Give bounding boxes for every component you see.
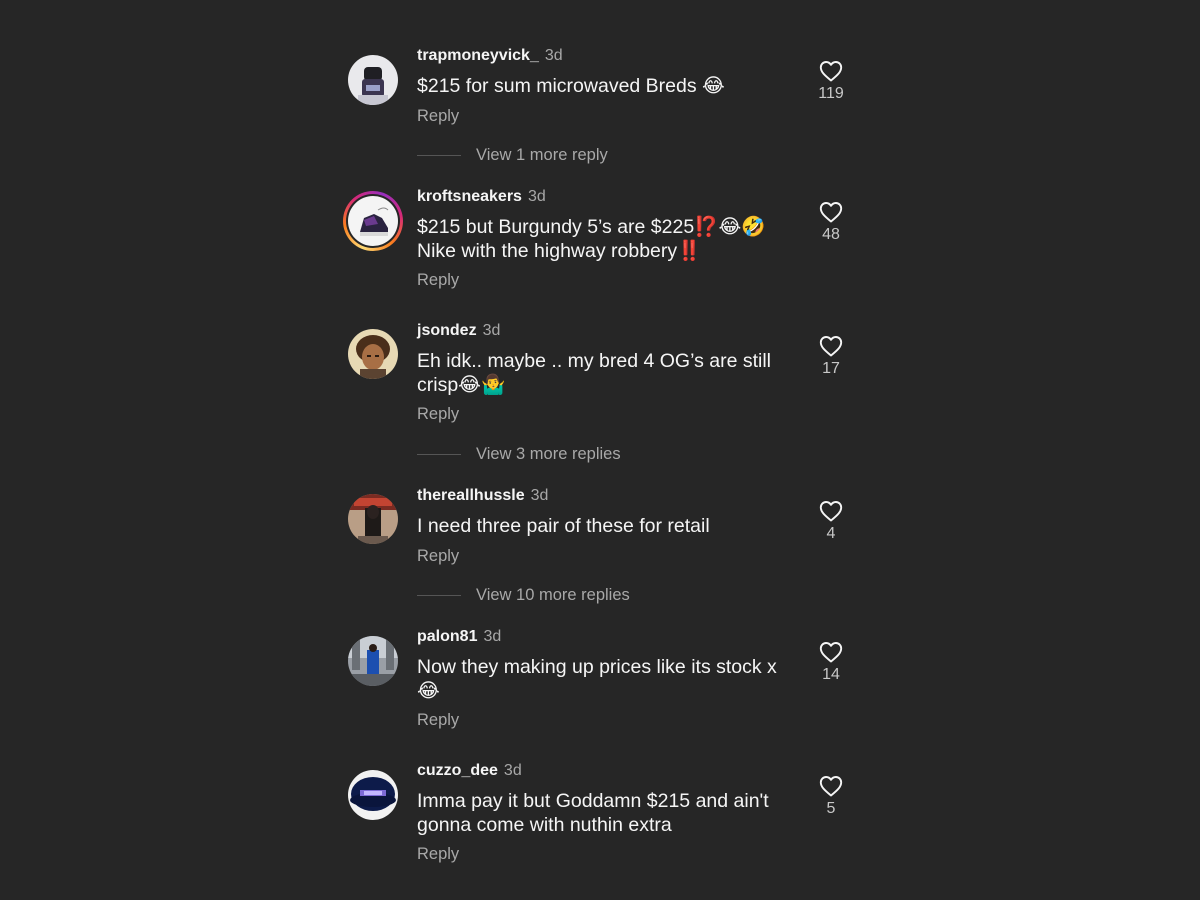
comment-timestamp: 3d xyxy=(483,628,502,645)
comment-username[interactable]: jsondez xyxy=(417,322,477,339)
reply-button[interactable]: Reply xyxy=(417,844,792,864)
comment-text: $215 for sum microwaved Breds 😂 xyxy=(417,75,725,97)
view-more-replies-button[interactable]: View 10 more replies xyxy=(417,585,630,605)
comment-timestamp: 3d xyxy=(544,47,563,64)
avatar[interactable] xyxy=(348,494,398,544)
heart-icon[interactable] xyxy=(819,641,843,663)
comment-text: Imma pay it but Goddamn $215 and ain't g… xyxy=(417,790,769,836)
like-count: 48 xyxy=(822,226,840,243)
avatar[interactable] xyxy=(343,191,403,251)
like-count: 14 xyxy=(822,666,840,683)
avatar[interactable] xyxy=(348,636,398,686)
comment-username[interactable]: kroftsneakers xyxy=(417,188,522,205)
comment-timestamp: 3d xyxy=(530,487,549,504)
heart-icon[interactable] xyxy=(819,335,843,357)
divider xyxy=(417,453,461,455)
comment-text: I need three pair of these for retail xyxy=(417,515,710,537)
view-more-replies-label: View 10 more replies xyxy=(476,585,630,604)
like-count: 4 xyxy=(826,525,836,542)
reply-button[interactable]: Reply xyxy=(417,404,792,424)
comment-username[interactable]: palon81 xyxy=(417,628,477,645)
avatar[interactable] xyxy=(348,55,398,105)
view-more-replies-label: View 3 more replies xyxy=(476,444,621,463)
reply-button[interactable]: Reply xyxy=(417,106,792,126)
avatar[interactable] xyxy=(348,329,398,379)
view-more-replies-button[interactable]: View 1 more reply xyxy=(417,145,608,165)
comment-text: $215 but Burgundy 5’s are $225⁉️😂🤣 Nike … xyxy=(417,216,766,262)
view-more-replies-label: View 1 more reply xyxy=(476,145,608,164)
comment-timestamp: 3d xyxy=(527,188,546,205)
divider xyxy=(417,154,461,156)
comment-username[interactable]: trapmoneyvick_ xyxy=(417,47,539,64)
view-more-replies-button[interactable]: View 3 more replies xyxy=(417,444,621,464)
like-count: 17 xyxy=(822,360,840,377)
reply-button[interactable]: Reply xyxy=(417,270,792,290)
reply-button[interactable]: Reply xyxy=(417,546,792,566)
like-count: 119 xyxy=(818,85,844,102)
divider xyxy=(417,594,461,596)
comment-username[interactable]: thereallhussle xyxy=(417,487,525,504)
reply-button[interactable]: Reply xyxy=(417,710,792,730)
like-count: 5 xyxy=(826,800,836,817)
comment-text: Eh idk.. maybe .. my bred 4 OG’s are sti… xyxy=(417,350,772,396)
comment-text: Now they making up prices like its stock… xyxy=(417,656,777,702)
comment-timestamp: 3d xyxy=(503,762,522,779)
comment-username[interactable]: cuzzo_dee xyxy=(417,762,498,779)
comment-timestamp: 3d xyxy=(482,322,501,339)
heart-icon[interactable] xyxy=(819,201,843,223)
heart-icon[interactable] xyxy=(819,500,843,522)
avatar[interactable] xyxy=(348,770,398,820)
heart-icon[interactable] xyxy=(819,60,843,82)
heart-icon[interactable] xyxy=(819,775,843,797)
